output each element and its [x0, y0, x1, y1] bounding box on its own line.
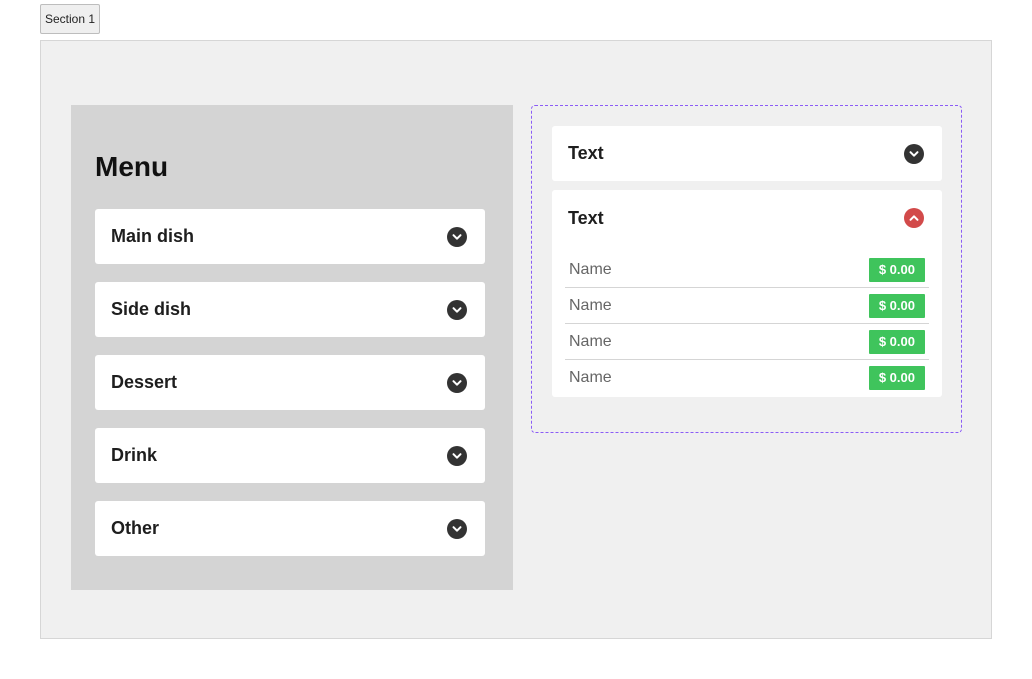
accordion-item-main-dish[interactable]: Main dish — [95, 209, 485, 264]
chevron-down-icon[interactable] — [447, 518, 467, 539]
item-name: Name — [569, 369, 612, 386]
menu-panel: Menu Main dish Side dish Dessert Drink O… — [71, 105, 513, 590]
accordion-item-label: Text — [568, 207, 604, 228]
accordion-item-label: Drink — [111, 445, 158, 465]
accordion-item-label: Side dish — [111, 299, 192, 319]
price-list: Name $ 0.00 Name $ 0.00 Name $ 0.00 Name… — [552, 252, 942, 396]
accordion-item-label: Text — [568, 143, 604, 163]
selected-accordion-frame: Text Text Name $ 0.00 Name $ 0.00 Name $… — [531, 105, 962, 433]
menu-accordion: Main dish Side dish Dessert Drink Other — [95, 209, 485, 574]
menu-title: Menu — [95, 151, 169, 182]
chevron-up-icon[interactable] — [904, 208, 924, 228]
section-tab[interactable]: Section 1 — [40, 4, 100, 34]
accordion-item-label: Other — [111, 518, 160, 538]
list-item: Name $ 0.00 — [565, 360, 929, 396]
accordion-item-dessert[interactable]: Dessert — [95, 355, 485, 410]
chevron-down-icon[interactable] — [447, 372, 467, 393]
chevron-down-icon[interactable] — [447, 445, 467, 466]
accordion-item-text-expanded[interactable]: Text Name $ 0.00 Name $ 0.00 Name $ 0.00 — [552, 190, 942, 397]
list-item: Name $ 0.00 — [565, 252, 929, 288]
chevron-down-icon[interactable] — [447, 299, 467, 320]
price-badge: $ 0.00 — [868, 293, 925, 318]
accordion-item-side-dish[interactable]: Side dish — [95, 282, 485, 337]
accordion-item-label: Dessert — [111, 372, 178, 392]
chevron-down-icon[interactable] — [904, 143, 924, 164]
accordion-header[interactable]: Text — [552, 190, 942, 246]
accordion-item-drink[interactable]: Drink — [95, 428, 485, 483]
item-name: Name — [569, 296, 612, 314]
list-item: Name $ 0.00 — [565, 288, 929, 324]
accordion-item-label: Main dish — [111, 226, 195, 246]
accordion-item-other[interactable]: Other — [95, 501, 485, 556]
price-badge: $ 0.00 — [868, 366, 925, 390]
item-name: Name — [569, 260, 612, 278]
price-badge: $ 0.00 — [868, 257, 925, 282]
section-container: Menu Main dish Side dish Dessert Drink O… — [40, 40, 992, 639]
accordion-item-text-collapsed[interactable]: Text — [552, 126, 942, 181]
list-item: Name $ 0.00 — [565, 324, 929, 360]
item-name: Name — [569, 332, 612, 350]
price-badge: $ 0.00 — [868, 329, 925, 354]
accordion-header[interactable]: Text — [552, 126, 942, 181]
chevron-down-icon[interactable] — [447, 226, 467, 247]
